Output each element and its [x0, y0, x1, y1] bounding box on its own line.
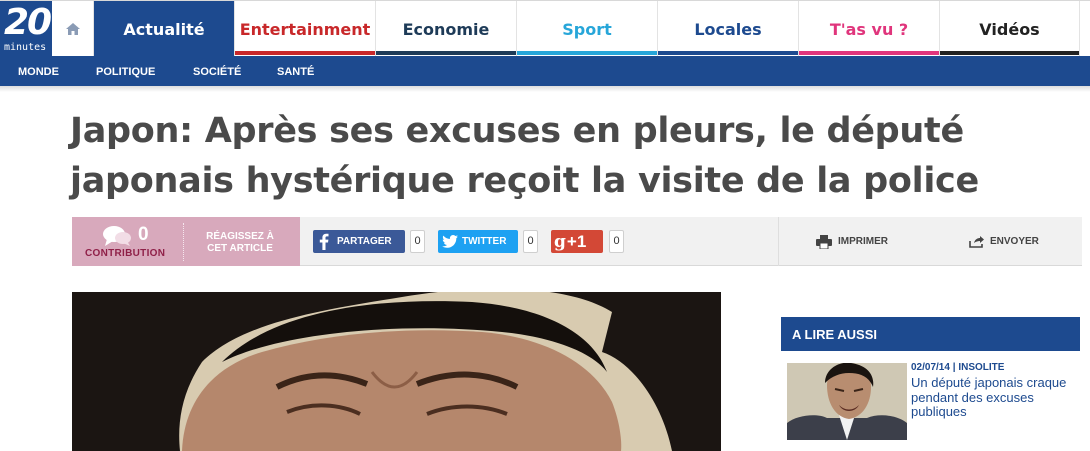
- tab-label: Entertainment: [239, 19, 371, 39]
- facebook-share-button[interactable]: PARTAGER: [313, 230, 405, 253]
- action-divider: [778, 217, 779, 266]
- tab-label: T'as vu ?: [829, 19, 909, 39]
- twitter-icon: [438, 230, 462, 253]
- top-navigation: 20 minutes Actualité Entertainment Econo…: [0, 0, 1090, 57]
- tab-locales[interactable]: Locales: [658, 1, 799, 57]
- react-line-1: RÉAGISSEZ À: [206, 231, 274, 242]
- related-photo: [787, 363, 907, 440]
- gplus-label: +1: [566, 231, 587, 251]
- contribution-box[interactable]: 0 CONTRIBUTION RÉAGISSEZ À CET ARTICLE: [72, 217, 300, 266]
- subnav-shadow: [0, 86, 1090, 92]
- tab-color-bar: [799, 51, 939, 55]
- sub-navigation: MONDE POLITIQUE SOCIÉTÉ SANTÉ: [0, 56, 1090, 86]
- crying-man-photo: [72, 292, 721, 451]
- facebook-label: PARTAGER: [337, 236, 392, 247]
- tab-sport[interactable]: Sport: [517, 1, 658, 57]
- tab-videos[interactable]: Vidéos: [940, 1, 1080, 57]
- tab-color-bar: [658, 51, 798, 55]
- contribution-label: CONTRIBUTION: [85, 248, 166, 259]
- home-button[interactable]: [52, 1, 94, 57]
- meta-separator: |: [952, 362, 956, 373]
- send-button[interactable]: ENVOYER: [969, 217, 1039, 266]
- article-photo[interactable]: [72, 292, 721, 451]
- logo-number: 20: [4, 2, 52, 43]
- read-also-heading: A LIRE AUSSI: [781, 317, 1080, 351]
- print-label: IMPRIMER: [838, 236, 888, 247]
- related-category: INSOLITE: [958, 362, 1005, 373]
- related-article-thumbnail[interactable]: [787, 363, 907, 440]
- share-bar: 0 CONTRIBUTION RÉAGISSEZ À CET ARTICLE P…: [72, 217, 1082, 266]
- subnav-item-monde[interactable]: MONDE: [18, 56, 59, 86]
- react-link[interactable]: RÉAGISSEZ À CET ARTICLE: [190, 231, 290, 255]
- facebook-count: 0: [410, 230, 425, 253]
- facebook-icon: [313, 230, 335, 253]
- tab-label: Locales: [694, 19, 762, 39]
- tab-color-bar: [235, 51, 375, 55]
- tab-color-bar: [517, 51, 657, 55]
- contribution-divider: [183, 223, 184, 261]
- gplus-share-button[interactable]: g +1: [551, 230, 603, 253]
- react-line-2: CET ARTICLE: [207, 243, 273, 254]
- tab-label: Actualité: [123, 19, 205, 39]
- related-article-title[interactable]: Un député japonais craque pendant des ex…: [911, 375, 1081, 420]
- tab-entertainment[interactable]: Entertainment: [235, 1, 376, 57]
- tab-color-bar: [376, 51, 516, 55]
- title-line-2: japonais hystérique reçoit la visite de …: [70, 161, 979, 201]
- related-article-meta: 02/07/14 | INSOLITE: [911, 362, 1004, 373]
- tab-label: Economie: [402, 19, 490, 39]
- twitter-count: 0: [523, 230, 538, 253]
- send-label: ENVOYER: [990, 236, 1039, 247]
- tab-color-bar: [940, 51, 1079, 55]
- section-tabs: Actualité Entertainment Economie Sport L…: [94, 1, 1080, 57]
- tab-tas-vu[interactable]: T'as vu ?: [799, 1, 940, 57]
- tab-actualite[interactable]: Actualité: [94, 1, 235, 57]
- tab-label: Sport: [562, 19, 612, 39]
- print-button[interactable]: IMPRIMER: [816, 217, 888, 266]
- site-logo[interactable]: 20 minutes: [0, 1, 52, 57]
- gplus-count: 0: [609, 230, 624, 253]
- subnav-item-sante[interactable]: SANTÉ: [277, 56, 314, 86]
- subnav-item-politique[interactable]: POLITIQUE: [96, 56, 155, 86]
- contribution-count: 0: [138, 224, 149, 245]
- twitter-share-button[interactable]: TWITTER: [438, 230, 518, 253]
- subnav-item-societe[interactable]: SOCIÉTÉ: [193, 56, 241, 86]
- twitter-label: TWITTER: [462, 236, 507, 247]
- article-title: Japon: Après ses excuses en pleurs, le d…: [70, 106, 1060, 206]
- gplus-icon: g: [554, 231, 566, 252]
- tab-economie[interactable]: Economie: [376, 1, 517, 57]
- related-date: 02/07/14: [911, 362, 950, 373]
- logo-word: minutes: [4, 42, 47, 53]
- title-line-1: Japon: Après ses excuses en pleurs, le d…: [70, 111, 964, 151]
- print-icon: [816, 234, 832, 249]
- send-icon: [969, 235, 984, 248]
- comment-bubbles-icon: [103, 226, 131, 246]
- home-icon: [65, 23, 80, 35]
- tab-label: Vidéos: [979, 19, 1040, 39]
